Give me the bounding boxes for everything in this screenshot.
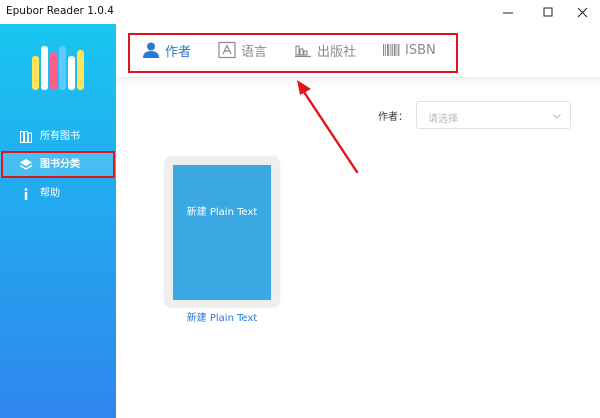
maximize-icon (543, 7, 552, 16)
close-icon (577, 7, 587, 17)
sidebar-item-label: 图书分类 (40, 159, 80, 170)
epubor-reader-window: Epubor Reader 1.0.4 所有图书 图书分类 帮助 作者 语言 出… (0, 0, 600, 418)
category-tab-bar: 作者 语言 出版社 ISBN (116, 24, 600, 78)
sidebar: 所有图书 图书分类 帮助 (0, 24, 116, 418)
book-title-link[interactable]: 新建 Plain Text (150, 309, 294, 324)
sidebar-item-all-books[interactable]: 所有图书 (0, 124, 116, 150)
tab-bar-shadow (116, 78, 600, 88)
books-icon (20, 131, 32, 143)
tab-author[interactable]: 作者 (142, 38, 191, 62)
book-cover[interactable]: 新建 Plain Text (173, 165, 271, 300)
publisher-icon (295, 45, 311, 58)
user-icon (143, 42, 159, 58)
tab-label: 语言 (241, 44, 268, 60)
book-item[interactable]: 新建 Plain Text (164, 156, 280, 310)
layers-icon (20, 159, 32, 170)
tab-language[interactable]: 语言 (218, 38, 267, 62)
tab-publisher[interactable]: 出版社 (294, 38, 356, 62)
tab-label: 作者 (165, 44, 192, 60)
sidebar-item-label: 帮助 (40, 188, 60, 199)
title-bar: Epubor Reader 1.0.4 (0, 0, 600, 24)
window-title: Epubor Reader 1.0.4 (6, 5, 114, 17)
sidebar-item-book-categories[interactable]: 图书分类 (0, 152, 116, 178)
book-card: 新建 Plain Text (164, 156, 280, 308)
maximize-button[interactable] (530, 0, 566, 24)
close-button[interactable] (564, 0, 600, 24)
sidebar-item-help[interactable]: 帮助 (0, 181, 116, 207)
author-select[interactable]: 请选择 (416, 101, 571, 129)
language-icon (218, 41, 236, 59)
tab-label: 出版社 (317, 44, 357, 60)
tab-label: ISBN (405, 42, 436, 58)
tab-isbn[interactable]: ISBN (382, 38, 436, 62)
sidebar-item-label: 所有图书 (40, 131, 80, 142)
chevron-down-icon (553, 114, 561, 119)
minimize-button[interactable] (490, 0, 526, 24)
app-logo-icon (32, 46, 84, 90)
info-icon (24, 188, 28, 200)
author-select-placeholder: 请选择 (428, 114, 458, 125)
barcode-icon (383, 44, 400, 56)
minimize-icon (502, 12, 513, 13)
book-cover-title: 新建 Plain Text (186, 207, 258, 218)
author-filter-label: 作者： (378, 112, 408, 123)
